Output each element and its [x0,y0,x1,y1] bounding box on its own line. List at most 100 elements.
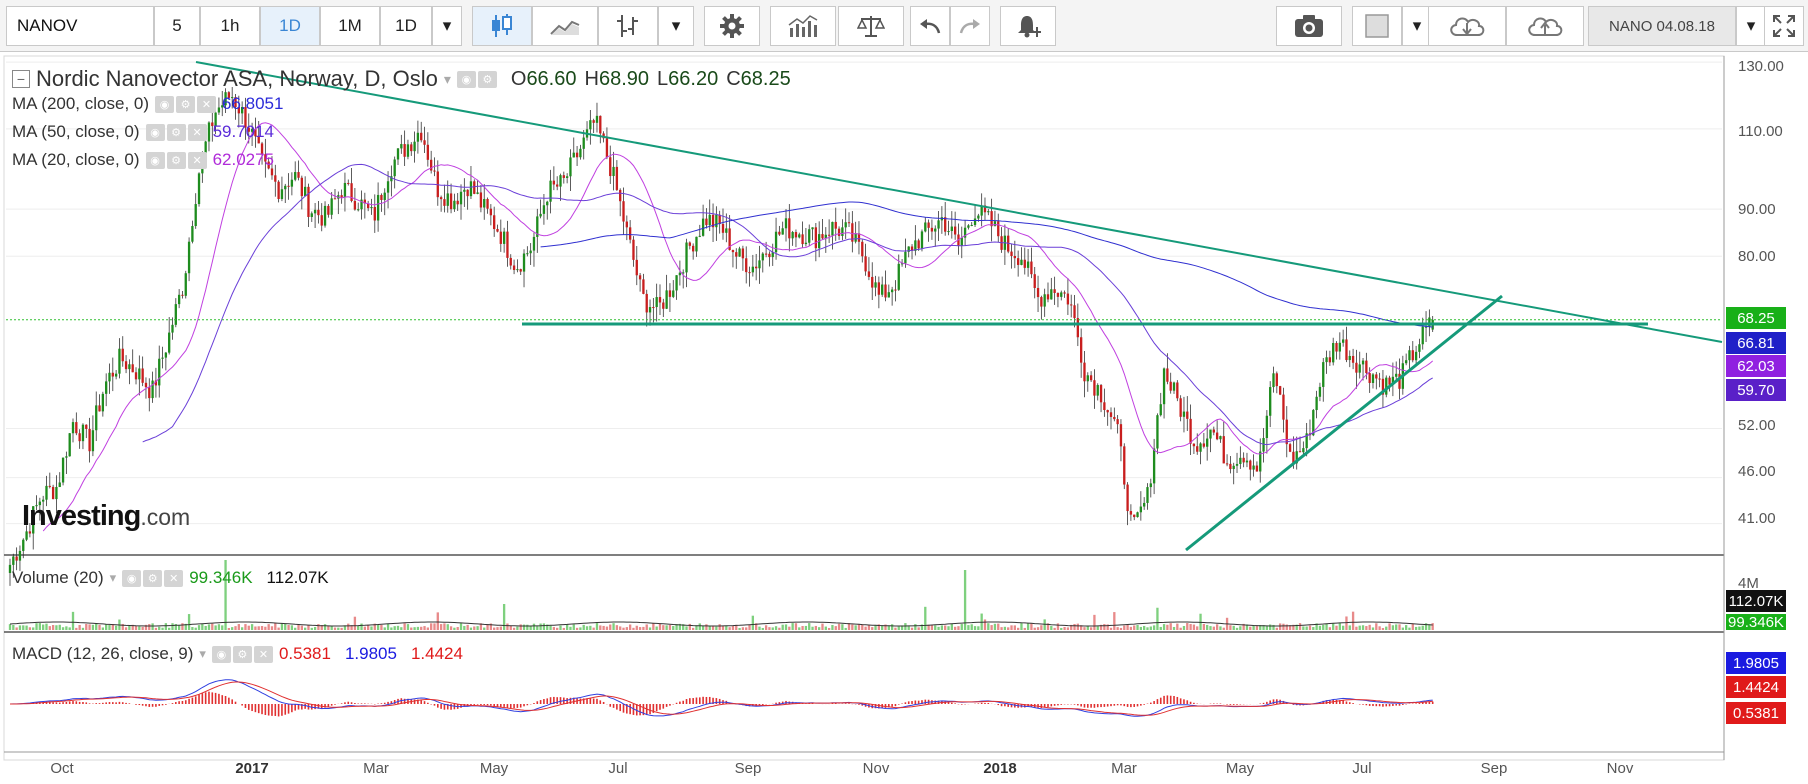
candle-body [1378,378,1381,380]
line-chart-icon[interactable] [532,6,598,46]
volume-bar [1033,627,1036,630]
range-chevron-down-icon[interactable]: ▾ [1736,6,1766,46]
collapse-icon[interactable]: − [12,70,30,88]
candle-body [197,173,201,205]
cloud-download-icon[interactable] [1428,6,1506,46]
volume-bar [1199,613,1202,630]
alert-icon[interactable] [1000,6,1056,46]
camera-icon[interactable] [1276,6,1342,46]
candle-body [1272,373,1275,388]
candle-body [735,252,738,257]
volume-bar [1026,623,1030,630]
volume-bar [95,623,98,630]
candle-body [476,192,479,194]
candle-body [950,226,953,232]
interval-dropdown-button[interactable]: 1D [380,6,432,46]
volume-bar [284,624,287,630]
bar-chart-icon[interactable] [598,6,658,46]
volume-bar [446,624,449,630]
color-square-icon[interactable] [1352,6,1402,46]
macd-histogram-bar [1398,704,1401,706]
volume-bar [738,627,741,630]
interval-chevron-down-icon[interactable]: ▾ [432,6,462,46]
interval-1m-button[interactable]: 1M [320,6,380,46]
candle-body [1225,463,1229,465]
settings-icon[interactable] [704,6,760,46]
main-legend-controls[interactable]: ◉ ⚙ [456,70,497,88]
title-chevron-down-icon[interactable]: ▾ [444,71,451,88]
volume-bar [1351,611,1355,630]
macd-controls[interactable]: ◉ ⚙ ✕ [211,645,273,663]
indicators-icon[interactable] [770,6,836,46]
volume-bar [211,623,214,630]
volume-bar [575,627,579,630]
volume-chevron-down-icon[interactable]: ▾ [110,570,117,586]
symbol-input[interactable] [6,6,154,46]
macd-histogram-bar [254,704,257,713]
macd-histogram-bar [257,704,260,714]
candles-icon[interactable] [472,6,532,46]
candle-body [1414,351,1418,361]
macd-histogram-bar [1362,704,1364,705]
ma-20-controls[interactable]: ◉ ⚙ ✕ [145,151,207,169]
fullscreen-icon[interactable] [1764,6,1804,46]
chart-type-chevron-down-icon[interactable]: ▾ [658,6,694,46]
close-icon[interactable]: ✕ [197,95,217,113]
volume-bar [761,627,764,630]
settings-icon[interactable]: ⚙ [477,70,497,88]
volume-controls[interactable]: ◉ ⚙ ✕ [122,569,184,587]
settings-icon[interactable]: ⚙ [166,123,186,141]
macd-histogram-bar [589,698,592,704]
cloud-upload-icon[interactable] [1506,6,1584,46]
volume-bar [725,625,728,630]
compare-scale-icon[interactable] [838,6,904,46]
volume-bar [721,626,725,630]
macd-histogram-bar [947,702,950,704]
visibility-icon[interactable]: ◉ [145,151,165,169]
macd-histogram-bar [662,704,665,709]
settings-icon[interactable]: ⚙ [232,645,252,663]
ma-200-controls[interactable]: ◉ ⚙ ✕ [155,95,217,113]
settings-icon[interactable]: ⚙ [166,151,186,169]
macd-chevron-down-icon[interactable]: ▾ [199,646,206,662]
close-icon[interactable]: ✕ [164,569,184,587]
macd-histogram-bar [228,697,230,704]
settings-icon[interactable]: ⚙ [143,569,163,587]
candle-body [1123,446,1126,485]
visibility-icon[interactable]: ◉ [122,569,142,587]
interval-5-button[interactable]: 5 [154,6,200,46]
ma-50-controls[interactable]: ◉ ⚙ ✕ [145,123,207,141]
interval-1h-button[interactable]: 1h [200,6,260,46]
candle-body [1089,375,1093,381]
visibility-icon[interactable]: ◉ [456,70,476,88]
visibility-icon[interactable]: ◉ [155,95,175,113]
volume-bar [947,626,950,630]
close-icon[interactable]: ✕ [187,123,207,141]
macd-histogram-bar [619,704,621,712]
settings-icon[interactable]: ⚙ [176,95,196,113]
volume-bar [98,624,101,630]
candle-body [148,387,151,399]
range-label[interactable]: NANO 04.08.18 [1588,6,1736,46]
volume-bar [51,625,55,630]
candle-body [592,120,595,123]
visibility-icon[interactable]: ◉ [145,123,165,141]
volume-bar [542,623,546,630]
interval-1d-button[interactable]: 1D [260,6,320,46]
undo-icon[interactable] [910,6,950,46]
close-icon[interactable]: ✕ [187,151,207,169]
candle-body [612,166,615,177]
volume-bar [970,624,973,630]
volume-bar [217,624,221,630]
candle-body [844,222,847,228]
volume-bar [191,627,194,630]
visibility-icon[interactable]: ◉ [211,645,231,663]
chart-area[interactable]: − Nordic Nanovector ASA, Norway, D, Oslo… [0,52,1808,784]
macd-histogram-bar [556,697,558,704]
close-icon[interactable]: ✕ [253,645,273,663]
volume-bar [1202,623,1206,630]
macd-histogram-bar [1348,702,1351,704]
volume-bar [310,627,313,630]
redo-icon[interactable] [950,6,990,46]
candle-body [463,189,466,192]
